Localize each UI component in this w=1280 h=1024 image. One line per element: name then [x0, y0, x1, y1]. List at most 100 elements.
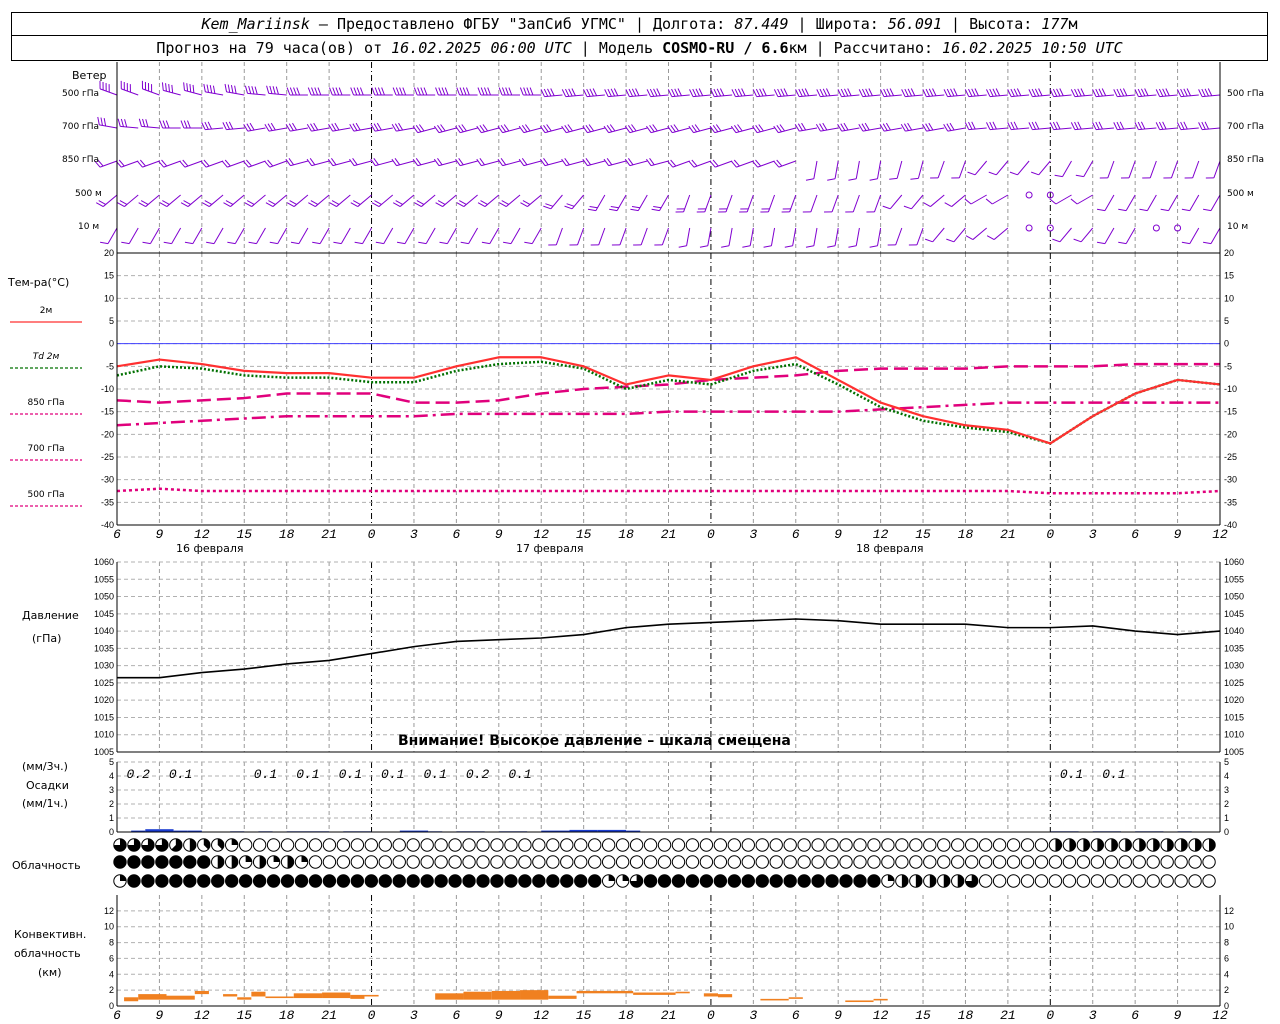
cloud-symbol [1006, 874, 1021, 888]
wind-barb-feather [861, 88, 867, 97]
cloud-symbol [1104, 838, 1119, 852]
wind-barb-feather [225, 121, 231, 130]
cloud-symbol [839, 838, 853, 852]
calm-circle [1025, 224, 1033, 232]
cloud-symbol [1062, 855, 1077, 869]
wind-barb [661, 227, 669, 246]
cloud-fill [113, 855, 127, 869]
cloud-fill [957, 874, 964, 888]
wind-barb-feather [522, 200, 531, 205]
cloud-circle [825, 855, 839, 869]
wind-barb-feather [1203, 241, 1212, 245]
pressure-tick-label: 1015 [1224, 712, 1244, 722]
wind-barb [489, 227, 500, 244]
wind-barb-feather [314, 87, 319, 96]
conv-tick-label: 10 [104, 922, 114, 932]
temp-tick-label: -10 [1224, 384, 1237, 394]
cloud-symbol [1104, 855, 1119, 869]
wind-barb [205, 160, 224, 168]
wind-barb-feather [293, 87, 297, 96]
wind-barb-feather [805, 178, 814, 181]
wind-barb-feather [985, 198, 993, 205]
wind-barb-feather [1122, 88, 1128, 96]
cloud-symbol [992, 855, 1007, 869]
legend-t2m: 2м [39, 306, 53, 316]
cloud-circle [992, 874, 1007, 888]
wind-barb [124, 194, 139, 207]
conv-tick-label: 6 [109, 953, 114, 963]
wind-barb-feather [352, 123, 358, 131]
wind-barb-feather [1180, 121, 1185, 130]
cloud-symbol [336, 874, 351, 888]
wind-barb-feather [338, 87, 343, 96]
cloud-symbol [1006, 855, 1021, 869]
wind-barb-feather [944, 202, 952, 208]
conv-bar [548, 995, 577, 999]
cloud-circle [727, 838, 742, 852]
cloud-symbol [252, 874, 267, 888]
wind-barb [468, 227, 479, 244]
cloud-symbol [113, 838, 127, 852]
wind-barb-feather [910, 177, 919, 180]
wind-barb [272, 194, 288, 207]
wind-barb-feather [246, 200, 255, 205]
wind-barb-feather [900, 123, 906, 132]
wind-barb-feather [777, 88, 782, 97]
wind-row [99, 80, 1221, 98]
cloud-fill [127, 874, 141, 888]
cloud-circle [1174, 874, 1188, 888]
x-tick-label-bottom: 6 [1131, 1008, 1139, 1023]
cloud-symbol [685, 855, 700, 869]
cloud-circle [1006, 838, 1021, 852]
temp-tick-label: -30 [1224, 475, 1237, 485]
cloud-panel [113, 838, 1216, 888]
wind-barb-feather [204, 121, 209, 130]
cloud-symbol [783, 838, 797, 852]
pressure-tick-label: 1010 [1224, 730, 1244, 740]
wind-level-700hpa: 700 гПа [62, 122, 100, 132]
cloud-circle [741, 855, 755, 869]
conv-tick-label: 4 [1224, 969, 1229, 979]
wind-barb-feather [1118, 208, 1127, 212]
wind-barb [357, 194, 372, 207]
cloud-symbol [1174, 838, 1188, 852]
wind-barb-feather [505, 87, 509, 96]
wind-barb-feather [989, 88, 994, 97]
wind-barb [571, 194, 585, 210]
cloud-symbol [839, 874, 853, 888]
cloud-symbol [657, 838, 672, 852]
wind-barb-feather [459, 87, 464, 96]
x-tick-label: 18 [279, 527, 295, 542]
cloud-symbol [1174, 855, 1188, 869]
conv-tick-label: 4 [109, 969, 114, 979]
wind-barb-feather [119, 200, 128, 205]
cloud-fill [225, 874, 238, 888]
cloud-symbol [336, 838, 351, 852]
cloud-symbol [727, 855, 742, 869]
cloud-symbol [183, 855, 197, 869]
cloud-circle [574, 855, 588, 869]
wind-barb-feather [180, 120, 185, 129]
cloud-symbol [1048, 874, 1063, 888]
wind-barb-feather [395, 87, 400, 96]
wind-barb [298, 227, 309, 244]
wind-barb-feather [138, 202, 146, 208]
wind-barb-feather [1096, 208, 1106, 212]
conv-bar [717, 994, 733, 998]
wind-barb-feather [1052, 238, 1061, 243]
precip-3h-label: 0.2 [127, 767, 151, 782]
x-tick-label: 21 [321, 527, 337, 542]
cloud-symbol [490, 874, 504, 888]
cloud-symbol [629, 874, 644, 888]
wind-barb-feather [848, 178, 857, 181]
cloud-symbol [964, 874, 979, 888]
precip-3h-label: 0.1 [254, 767, 277, 782]
cloud-circle [895, 838, 909, 852]
cloud-circle [825, 838, 839, 852]
wind-barb-feather [183, 120, 188, 129]
cloud-circle [532, 838, 546, 852]
wind-barb-feather [827, 178, 836, 181]
wind-barb-feather [699, 245, 708, 248]
cloud-symbol [741, 874, 755, 888]
wind-barb-feather [290, 241, 299, 245]
